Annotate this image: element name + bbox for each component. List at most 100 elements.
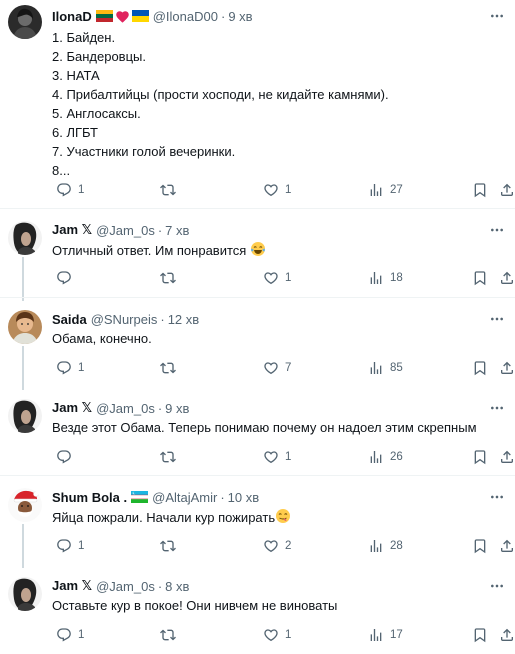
avatar[interactable] <box>8 5 42 39</box>
timestamp[interactable]: 8 хв <box>165 579 189 594</box>
separator-dot: · <box>157 222 163 238</box>
like-button[interactable]: 1 <box>263 269 291 287</box>
tweet-shum-bola[interactable]: Shum Bola . @AltajAmir · 10 хв Яйца пожр… <box>0 476 515 568</box>
reply-count: 1 <box>78 184 85 196</box>
bookmark-button[interactable] <box>472 181 488 199</box>
tweet-header: Jam 𝕏 @Jam_0s · 8 хв <box>52 577 189 595</box>
views-button[interactable]: 17 <box>368 626 403 644</box>
avatar[interactable] <box>8 399 42 433</box>
display-name[interactable]: Saida <box>52 312 87 327</box>
timestamp[interactable]: 9 хв <box>165 401 189 416</box>
timestamp[interactable]: 10 хв <box>228 490 259 505</box>
repost-icon <box>160 360 176 376</box>
views-button[interactable]: 27 <box>368 181 403 199</box>
reply-icon <box>56 270 72 286</box>
reply-button[interactable]: 1 <box>56 359 84 377</box>
views-icon <box>368 360 384 376</box>
tweet-line: 5. Англосаксы. <box>52 106 141 121</box>
user-handle[interactable]: @IlonaD00 <box>153 9 218 24</box>
reply-icon <box>56 360 72 376</box>
reply-count: 1 <box>78 540 85 552</box>
display-name[interactable]: Jam 𝕏 <box>52 578 92 594</box>
display-name[interactable]: IlonaD <box>52 9 92 24</box>
share-button[interactable] <box>499 626 515 644</box>
repost-button[interactable] <box>160 269 182 287</box>
share-button[interactable] <box>499 359 515 377</box>
timestamp[interactable]: 12 хв <box>168 312 199 327</box>
like-count: 1 <box>285 451 292 463</box>
reply-button[interactable]: 1 <box>56 537 84 555</box>
share-button[interactable] <box>499 537 515 555</box>
reply-button[interactable]: 1 <box>56 626 84 644</box>
like-button[interactable]: 2 <box>263 537 291 555</box>
repost-button[interactable] <box>160 181 182 199</box>
tweet-header: Shum Bola . @AltajAmir · 10 хв <box>52 488 259 506</box>
like-button[interactable]: 1 <box>263 626 291 644</box>
user-handle[interactable]: @Jam_0s <box>96 401 155 416</box>
display-name[interactable]: Jam 𝕏 <box>52 222 92 238</box>
avatar[interactable] <box>8 488 42 522</box>
avatar[interactable] <box>8 310 42 344</box>
more-icon[interactable] <box>489 488 505 506</box>
view-count: 85 <box>390 362 403 374</box>
display-name[interactable]: Jam 𝕏 <box>52 400 92 416</box>
tweet-jam-reply[interactable]: Jam 𝕏 @Jam_0s · 9 хв Везде этот Обама. Т… <box>0 387 515 475</box>
tweet-line: 1. Байден. <box>52 30 116 45</box>
bookmark-icon <box>472 360 488 376</box>
more-icon[interactable] <box>489 310 505 328</box>
timestamp[interactable]: 9 хв <box>228 9 252 24</box>
tweet-line: 7. Участники голой вечеринки. <box>52 144 236 159</box>
heart-icon <box>263 538 279 554</box>
user-handle[interactable]: @SNurpeis <box>91 312 158 327</box>
avatar[interactable] <box>8 221 42 255</box>
more-icon[interactable] <box>489 221 505 239</box>
like-button[interactable]: 1 <box>263 448 291 466</box>
repost-button[interactable] <box>160 359 182 377</box>
bookmark-button[interactable] <box>472 269 488 287</box>
view-count: 28 <box>390 540 403 552</box>
user-handle[interactable]: @Jam_0s <box>96 579 155 594</box>
more-icon[interactable] <box>489 7 505 25</box>
reply-icon <box>56 627 72 643</box>
repost-icon <box>160 627 176 643</box>
like-button[interactable]: 7 <box>263 359 291 377</box>
tweet-text: Оставьте кур в покое! Они нивчем не вино… <box>52 598 338 613</box>
bookmark-icon <box>472 538 488 554</box>
tweet-actions: 1 7 85 <box>52 359 507 377</box>
tweet-saida[interactable]: Saida @SNurpeis · 12 хв Обама, конечно. … <box>0 298 515 390</box>
user-handle[interactable]: @Jam_0s <box>96 223 155 238</box>
like-button[interactable]: 1 <box>263 181 291 199</box>
share-button[interactable] <box>499 181 515 199</box>
bookmark-button[interactable] <box>472 626 488 644</box>
repost-button[interactable] <box>160 448 182 466</box>
timestamp[interactable]: 7 хв <box>165 223 189 238</box>
views-button[interactable]: 28 <box>368 537 403 555</box>
views-button[interactable]: 18 <box>368 269 403 287</box>
reply-button[interactable] <box>56 448 78 466</box>
reply-icon <box>56 538 72 554</box>
repost-icon <box>160 449 176 465</box>
bookmark-button[interactable] <box>472 359 488 377</box>
display-name[interactable]: Shum Bola . <box>52 490 127 505</box>
tweet-jam-reply-2[interactable]: Jam 𝕏 @Jam_0s · 8 хв Оставьте кур в поко… <box>0 565 515 654</box>
views-button[interactable]: 26 <box>368 448 403 466</box>
share-button[interactable] <box>499 269 515 287</box>
tweet-ilonad[interactable]: IlonaD @IlonaD00 · 9 хв 1. Байден. 2. Ба… <box>0 0 515 214</box>
repost-button[interactable] <box>160 626 182 644</box>
thread-line <box>22 257 24 301</box>
views-button[interactable]: 85 <box>368 359 403 377</box>
more-icon[interactable] <box>489 399 505 417</box>
more-icon[interactable] <box>489 577 505 595</box>
user-handle[interactable]: @AltajAmir <box>152 490 217 505</box>
avatar[interactable] <box>8 577 42 611</box>
reply-icon <box>56 449 72 465</box>
share-button[interactable] <box>499 448 515 466</box>
repost-button[interactable] <box>160 537 182 555</box>
reply-icon <box>56 182 72 198</box>
reply-button[interactable]: 1 <box>56 181 84 199</box>
tweet-jam[interactable]: Jam 𝕏 @Jam_0s · 7 хв Отличный ответ. Им … <box>0 209 515 301</box>
reply-button[interactable] <box>56 269 78 287</box>
bookmark-button[interactable] <box>472 448 488 466</box>
bookmark-button[interactable] <box>472 537 488 555</box>
tweet-actions: 1 1 27 <box>52 181 507 199</box>
